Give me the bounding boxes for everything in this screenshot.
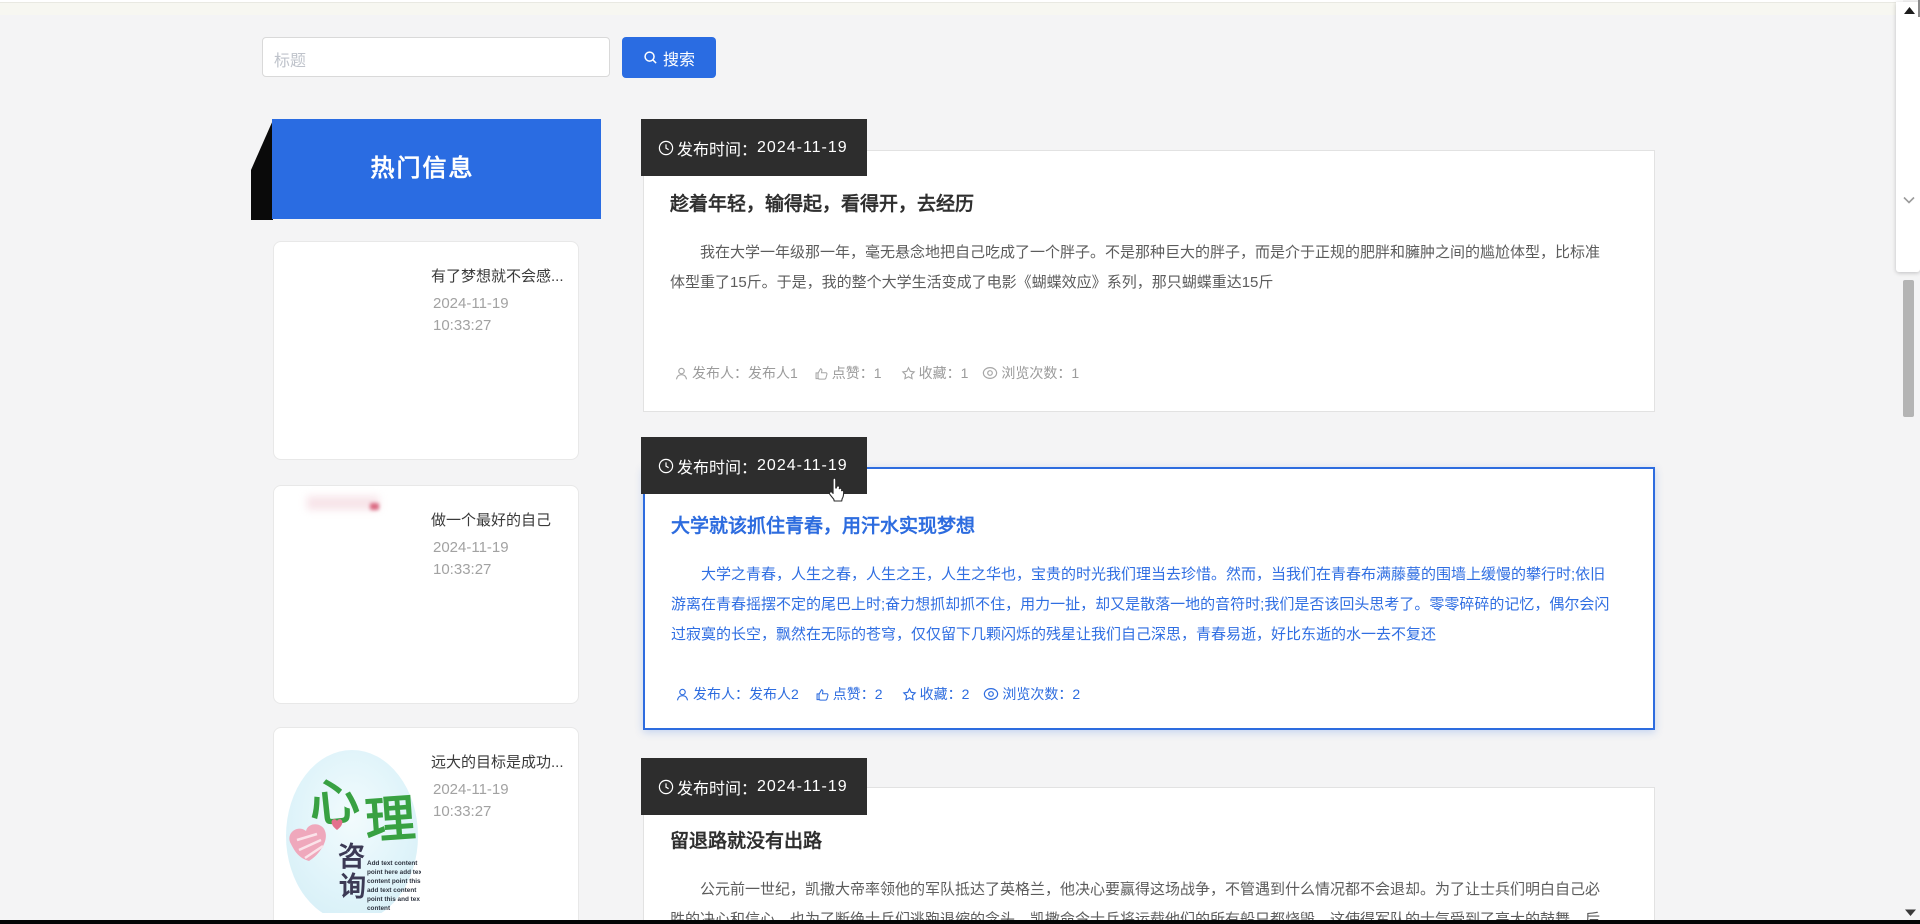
svg-text:content: content [367, 905, 391, 912]
svg-text:add text content: add text content [367, 887, 417, 894]
svg-text:Add text content: Add text content [367, 860, 418, 867]
svg-text:content point this: content point this [367, 878, 421, 885]
svg-text:询: 询 [339, 872, 366, 902]
svg-text:point here add text: point here add text [367, 869, 421, 876]
svg-text:理: 理 [363, 790, 417, 849]
svg-text:point this and tex: point this and tex [367, 896, 420, 903]
svg-text:咨: 咨 [338, 842, 365, 872]
